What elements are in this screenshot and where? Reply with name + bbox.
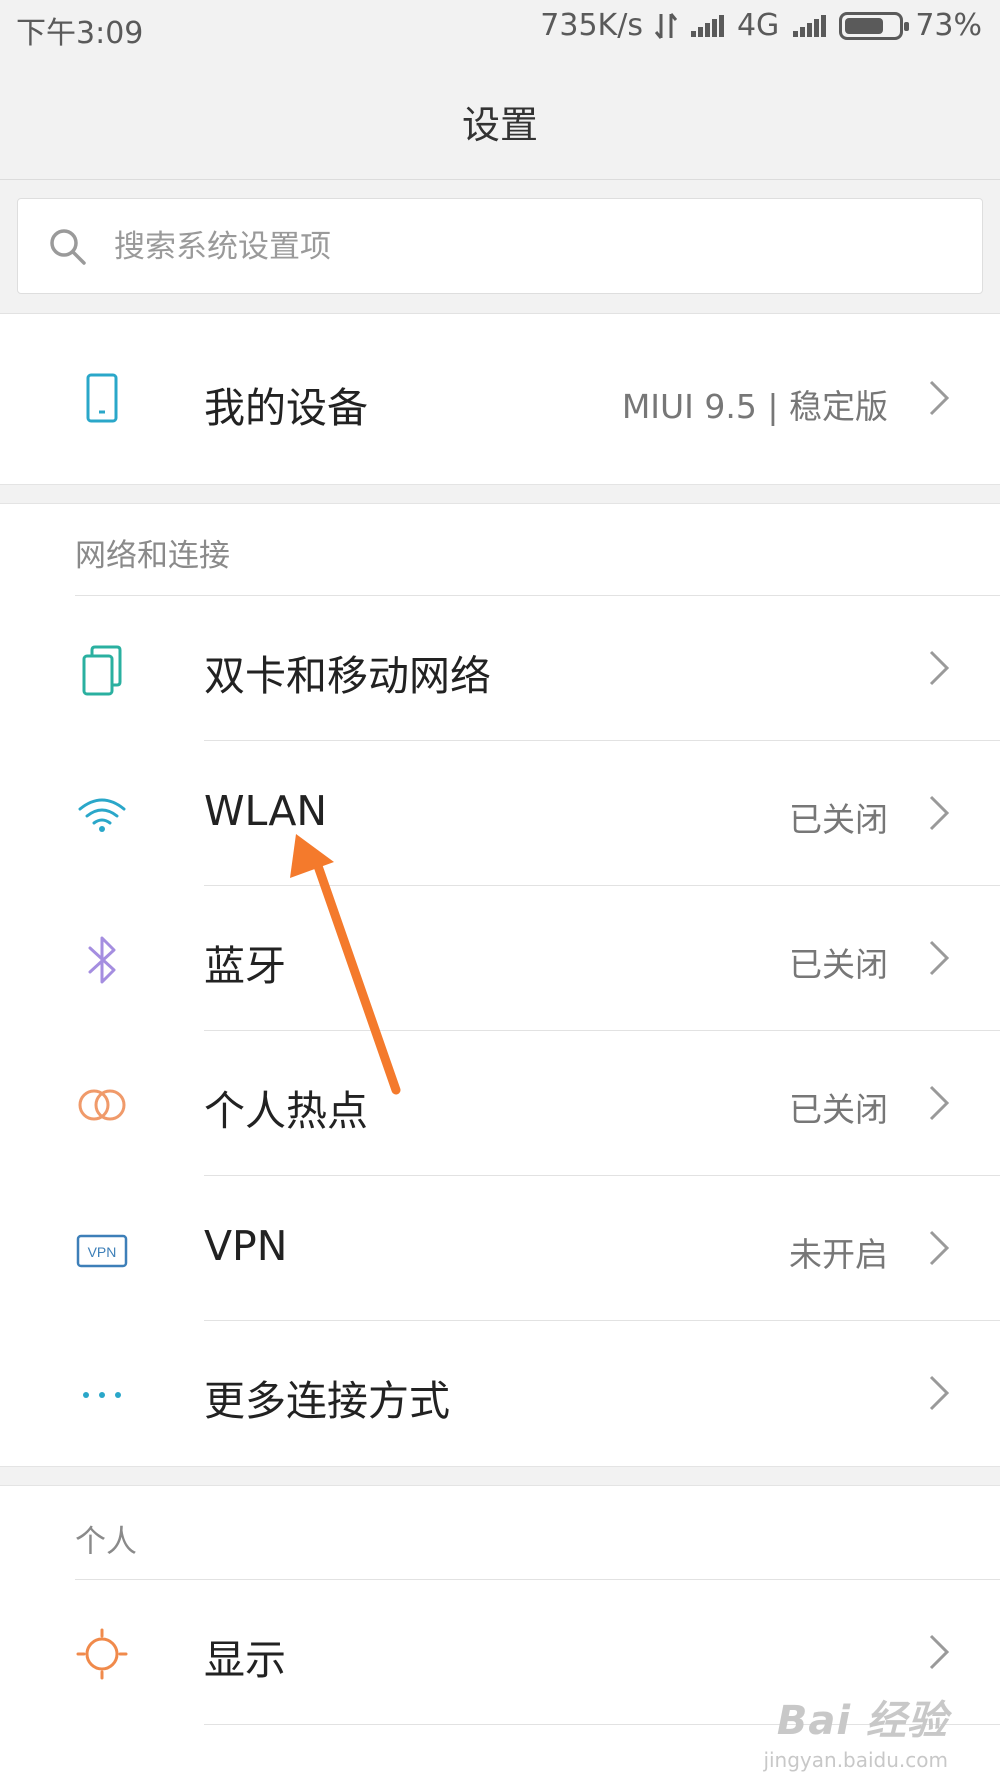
row-bluetooth[interactable]: 蓝牙 已关闭	[0, 886, 1000, 1031]
row-label: 蓝牙	[204, 942, 286, 990]
hotspot-icon	[78, 1089, 126, 1121]
status-time: 下午3:09	[16, 16, 144, 51]
svg-text:VPN: VPN	[88, 1244, 117, 1260]
watermark: Bai 经验 jingyan.baidu.com	[763, 1688, 948, 1772]
personal-section-header: 个人	[0, 1486, 1000, 1580]
row-wlan[interactable]: WLAN 已关闭	[0, 741, 1000, 886]
status-network: 4G	[736, 8, 780, 43]
battery-percent: 73%	[915, 8, 982, 43]
search-area	[0, 180, 1000, 314]
row-vpn[interactable]: VPN VPN 未开启	[0, 1176, 1000, 1321]
brightness-icon	[76, 1628, 128, 1680]
watermark-url: jingyan.baidu.com	[763, 1748, 948, 1772]
settings-screen: 下午3:09 735K/s 4G 73% 设置 搜索系统设置项 我的设备 MIU…	[0, 0, 1000, 1778]
vpn-icon: VPN	[76, 1234, 128, 1268]
watermark-logo: Bai 经验	[776, 1698, 948, 1744]
battery-icon	[839, 11, 910, 40]
page-title: 设置	[461, 103, 538, 147]
row-dual-sim[interactable]: 双卡和移动网络	[0, 596, 1000, 741]
my-device-version: MIUI 9.5 | 稳定版	[621, 387, 888, 426]
vpn-status: 未开启	[789, 1235, 888, 1274]
chevron-right-icon	[929, 380, 950, 416]
row-label: 个人热点	[204, 1087, 368, 1135]
chevron-right-icon	[929, 1375, 950, 1411]
row-label: 更多连接方式	[204, 1377, 450, 1425]
section-title-personal: 个人	[75, 1524, 137, 1560]
section-gap	[0, 1466, 1000, 1486]
row-label: 显示	[204, 1636, 286, 1684]
row-label: WLAN	[204, 787, 328, 835]
title-bar: 设置	[0, 58, 1000, 180]
status-speed: 735K/s	[540, 8, 643, 43]
wifi-icon	[78, 798, 126, 832]
section-title-network: 网络和连接	[75, 538, 230, 574]
section-gap	[0, 484, 1000, 504]
more-icon	[83, 1392, 121, 1398]
search-box[interactable]	[17, 198, 983, 294]
chevron-right-icon	[929, 1634, 950, 1670]
chevron-right-icon	[929, 940, 950, 976]
network-section-header: 网络和连接	[0, 504, 1000, 596]
row-more-connections[interactable]: 更多连接方式	[0, 1321, 1000, 1466]
signal-icon	[689, 13, 725, 39]
my-device-label: 我的设备	[204, 384, 368, 432]
data-transfer-icon	[654, 12, 677, 39]
phone-icon	[86, 373, 118, 423]
row-label: VPN	[204, 1222, 288, 1270]
chevron-right-icon	[929, 650, 950, 686]
search-input[interactable]	[114, 221, 934, 273]
dual-sim-icon	[82, 645, 122, 696]
wlan-status: 已关闭	[789, 800, 888, 839]
status-right: 735K/s 4G 73%	[528, 8, 982, 43]
chevron-right-icon	[929, 795, 950, 831]
chevron-right-icon	[929, 1085, 950, 1121]
my-device-row[interactable]: 我的设备 MIUI 9.5 | 稳定版	[0, 314, 1000, 484]
chevron-right-icon	[929, 1230, 950, 1266]
hotspot-status: 已关闭	[789, 1090, 888, 1129]
status-bar: 下午3:09 735K/s 4G 73%	[0, 0, 1000, 58]
bluetooth-status: 已关闭	[789, 945, 888, 984]
search-icon	[50, 229, 86, 265]
signal-icon	[791, 13, 827, 39]
row-label: 双卡和移动网络	[204, 652, 491, 700]
bluetooth-icon	[88, 936, 116, 984]
row-hotspot[interactable]: 个人热点 已关闭	[0, 1031, 1000, 1176]
